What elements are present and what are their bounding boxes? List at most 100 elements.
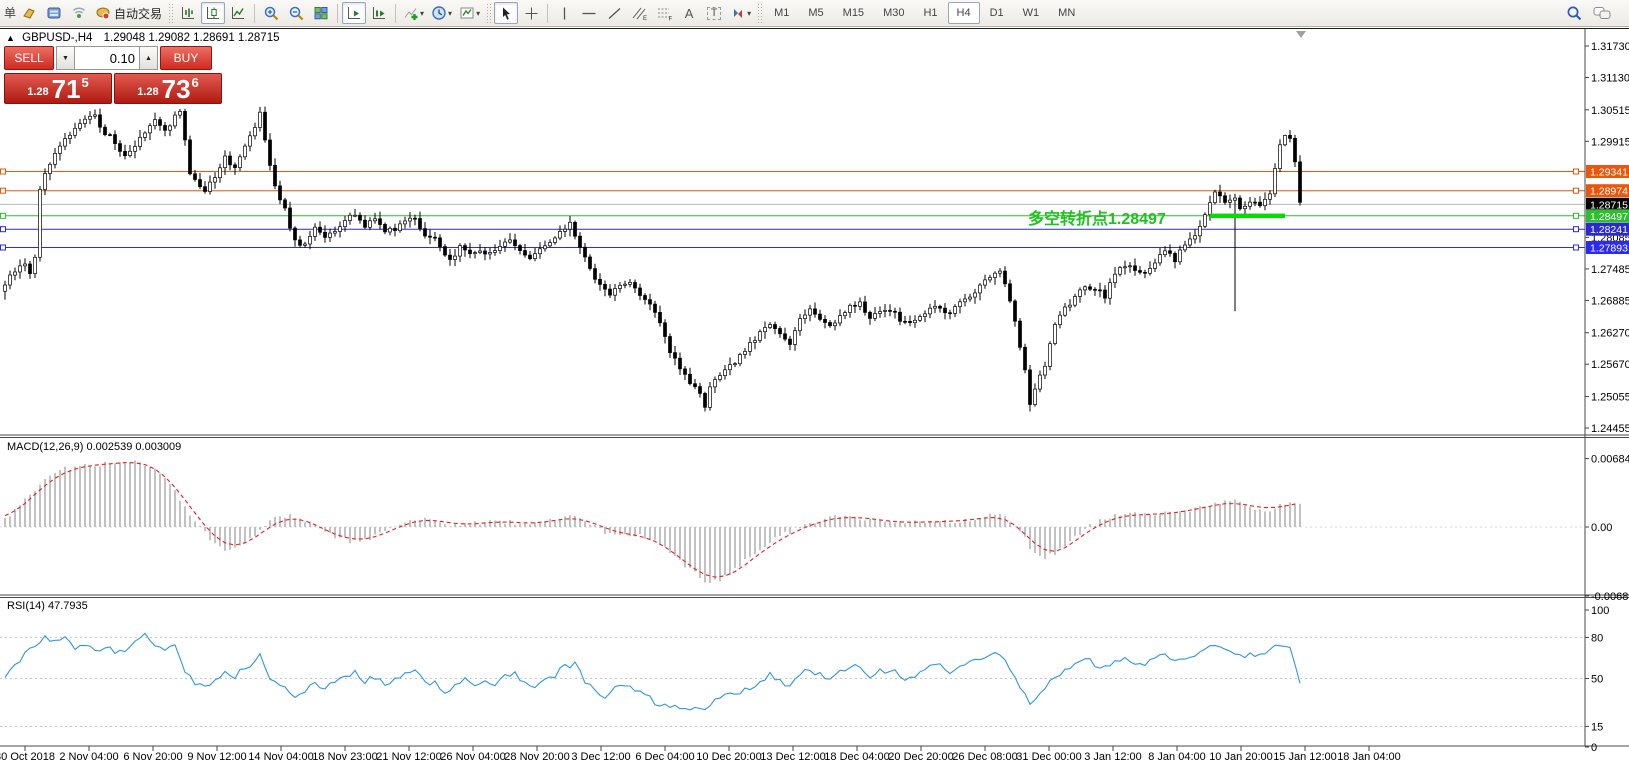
candle-body xyxy=(309,236,312,244)
toolbar-separator xyxy=(395,4,396,23)
equidistant-channel-button[interactable]: E xyxy=(627,2,651,24)
candle-body xyxy=(944,308,947,313)
horizontal-line-button[interactable] xyxy=(577,2,601,24)
support-segment xyxy=(1210,214,1285,218)
buy-price-button[interactable]: 1.28 73 6 xyxy=(114,73,222,104)
text-button[interactable]: A xyxy=(677,2,701,24)
chart-annotation[interactable]: 多空转折点1.28497 xyxy=(1028,205,1166,229)
text-label-icon: T xyxy=(707,7,722,20)
trendline-button[interactable] xyxy=(602,2,626,24)
price-axis-label: 1.25670 xyxy=(1591,359,1629,371)
timeframe-button-M30[interactable]: M30 xyxy=(874,2,913,24)
candle-body xyxy=(334,232,337,234)
arrows-button[interactable]: ▾ xyxy=(727,2,754,24)
candle-body xyxy=(224,156,227,168)
toolbar-drag-handle[interactable] xyxy=(168,3,173,23)
candle-body xyxy=(1189,239,1192,245)
signal-button[interactable] xyxy=(67,2,91,24)
buy-button[interactable]: BUY xyxy=(160,46,212,70)
sell-price-button[interactable]: 1.28 71 5 xyxy=(4,73,112,104)
candle-body xyxy=(29,264,32,274)
search-icon[interactable] xyxy=(1566,5,1583,22)
volume-increase-button[interactable]: ▲ xyxy=(140,46,158,70)
cursor-icon xyxy=(499,6,514,21)
cursor-button[interactable] xyxy=(494,2,518,24)
fibonacci-button[interactable]: F xyxy=(652,2,676,24)
templates-button[interactable]: ▾ xyxy=(456,2,483,24)
candle-body xyxy=(1249,202,1252,206)
chart-canvas[interactable]: 1.317301.311301.305151.299151.280851.274… xyxy=(0,29,1629,775)
candle-body xyxy=(594,269,597,280)
candle-body xyxy=(909,321,912,322)
toolbar-drag-handle[interactable] xyxy=(486,3,491,23)
one-click-prices: 1.28 71 5 1.28 73 6 xyxy=(4,73,222,104)
candle-body xyxy=(1064,307,1067,315)
time-axis-label: 13 Dec 12:00 xyxy=(760,751,825,763)
zoom-in-button[interactable] xyxy=(259,2,283,24)
tile-windows-button[interactable] xyxy=(309,2,333,24)
rsi-axis-label: 15 xyxy=(1591,721,1603,733)
market-watch-button[interactable] xyxy=(42,2,66,24)
candle-body xyxy=(264,112,267,140)
candle-body xyxy=(599,279,602,284)
candle-body xyxy=(674,353,677,359)
candle-body xyxy=(779,329,782,334)
auto-scroll-button[interactable] xyxy=(342,2,366,24)
volume-input[interactable] xyxy=(74,46,140,70)
timeframe-button-M1[interactable]: M1 xyxy=(765,2,798,24)
candlestick-chart-button[interactable] xyxy=(201,2,225,24)
svg-text:E: E xyxy=(643,16,647,21)
periods-button[interactable]: ▾ xyxy=(428,2,455,24)
time-axis-label: 2 Nov 04:00 xyxy=(59,751,118,763)
candle-body xyxy=(624,284,627,285)
timeframe-button-D1[interactable]: D1 xyxy=(981,2,1013,24)
candle-body xyxy=(739,355,742,364)
candle-body xyxy=(879,312,882,314)
candle-body xyxy=(149,126,152,133)
candle-body xyxy=(1244,206,1247,208)
candle-body xyxy=(1049,344,1052,367)
candle-body xyxy=(89,116,92,119)
candle-body xyxy=(1199,226,1202,235)
candle-body xyxy=(184,111,187,139)
candle-body xyxy=(784,334,787,339)
time-axis-label: 8 Jan 04:00 xyxy=(1148,751,1206,763)
indicators-button[interactable]: ▾ xyxy=(400,2,427,24)
timeframe-button-M5[interactable]: M5 xyxy=(799,2,832,24)
candle-body xyxy=(379,219,382,225)
crosshair-button[interactable] xyxy=(519,2,543,24)
vertical-line-button[interactable] xyxy=(552,2,576,24)
candle-body xyxy=(494,251,497,253)
timeframe-button-W1[interactable]: W1 xyxy=(1014,2,1049,24)
bar-chart-icon xyxy=(180,5,196,21)
text-label-button[interactable]: T xyxy=(702,2,726,24)
window-marker-icon[interactable]: ▲ xyxy=(6,33,15,43)
candle-body xyxy=(824,319,827,322)
timeframe-button-H1[interactable]: H1 xyxy=(914,2,946,24)
candle-body xyxy=(299,240,302,245)
chat-icon[interactable] xyxy=(1593,5,1613,21)
timeframe-button-MN[interactable]: MN xyxy=(1049,2,1084,24)
chart-shift-button[interactable] xyxy=(367,2,391,24)
new-order-label[interactable]: 单 xyxy=(4,7,16,19)
toolbar-separator xyxy=(337,4,338,23)
autotrade-button[interactable]: 自动交易 xyxy=(92,2,165,24)
candle-body xyxy=(789,339,792,344)
candle-body xyxy=(874,314,877,319)
line-chart-button[interactable] xyxy=(226,2,250,24)
timeframe-button-M15[interactable]: M15 xyxy=(834,2,873,24)
candle-body xyxy=(514,240,517,246)
candle-body xyxy=(574,222,577,236)
zoom-out-button[interactable] xyxy=(284,2,308,24)
candle-body xyxy=(1069,305,1072,307)
bar-chart-button[interactable] xyxy=(176,2,200,24)
toolbar-drag-handle[interactable] xyxy=(757,3,762,23)
vertical-line-icon xyxy=(558,6,571,21)
candle-body xyxy=(1054,325,1057,344)
candle-body xyxy=(759,332,762,341)
timeframe-button-H4[interactable]: H4 xyxy=(948,2,980,24)
volume-decrease-button[interactable]: ▼ xyxy=(56,46,74,70)
sell-button[interactable]: SELL xyxy=(4,46,54,70)
line-handle xyxy=(1574,169,1579,174)
order-book-button[interactable] xyxy=(17,2,41,24)
